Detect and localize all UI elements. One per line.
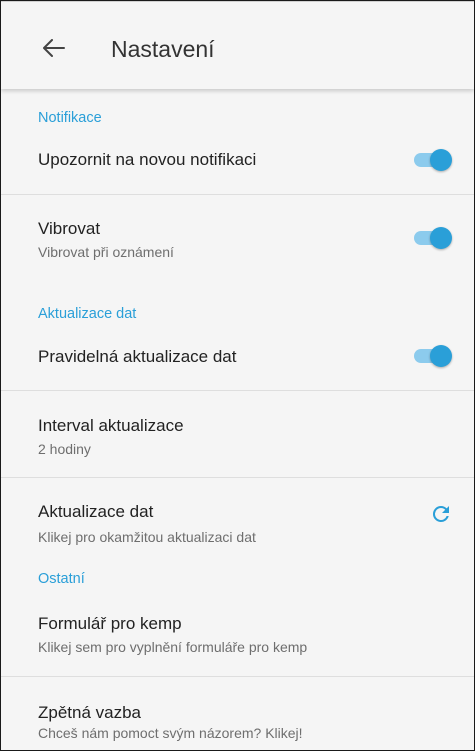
setting-label: Upozornit na novou notifikaci [38,150,257,169]
page-title: Nastavení [111,36,215,62]
setting-subtitle: Klikej pro okamžitou aktualizaci dat [38,529,256,545]
setting-subtitle: Vibrovat při oznámení [38,244,174,260]
setting-label: Interval aktualizace [38,416,184,435]
setting-update-now[interactable]: Aktualizace dat Klikej pro okamžitou akt… [1,478,474,552]
toggle-thumb [430,345,452,367]
setting-label: Aktualizace dat [38,502,154,521]
setting-camp-form[interactable]: Formulář pro kemp Klikej sem pro vyplněn… [1,596,474,676]
setting-label: Zpětná vazba [38,703,142,722]
section-title-other: Ostatní [38,571,85,587]
vibrate-toggle[interactable] [412,227,454,249]
setting-label: Formulář pro kemp [38,614,182,633]
setting-feedback[interactable]: Zpětná vazba Chceš nám pomoct svým názor… [1,677,474,750]
setting-label: Pravidelná aktualizace dat [38,347,237,366]
app-bar: Nastavení [1,1,474,89]
setting-notify-new[interactable]: Upozornit na novou notifikaci [1,135,474,194]
section-title-data-update: Aktualizace dat [38,306,137,322]
refresh-icon [432,505,449,522]
setting-subtitle: Chceš nám pomoct svým názorem? Klikej! [38,725,303,741]
section-title-notifications: Notifikace [38,110,102,126]
settings-screen: Nastavení Notifikace Upozornit na novou … [0,0,475,751]
setting-subtitle: Klikej sem pro vyplnění formuláře pro ke… [38,639,308,655]
setting-label: Vibrovat [38,219,101,238]
toggle-thumb [430,149,452,171]
setting-subtitle: 2 hodiny [38,441,91,457]
refresh-button[interactable] [429,502,453,526]
notify-new-toggle[interactable] [412,149,454,171]
toggle-thumb [430,227,452,249]
back-button[interactable] [38,32,70,64]
setting-periodic-update[interactable]: Pravidelná aktualizace dat [1,331,474,390]
setting-vibrate[interactable]: Vibrovat Vibrovat při oznámení [1,195,474,287]
periodic-update-toggle[interactable] [412,345,454,367]
setting-update-interval[interactable]: Interval aktualizace 2 hodiny [1,391,474,477]
arrow-left-icon [43,39,65,57]
